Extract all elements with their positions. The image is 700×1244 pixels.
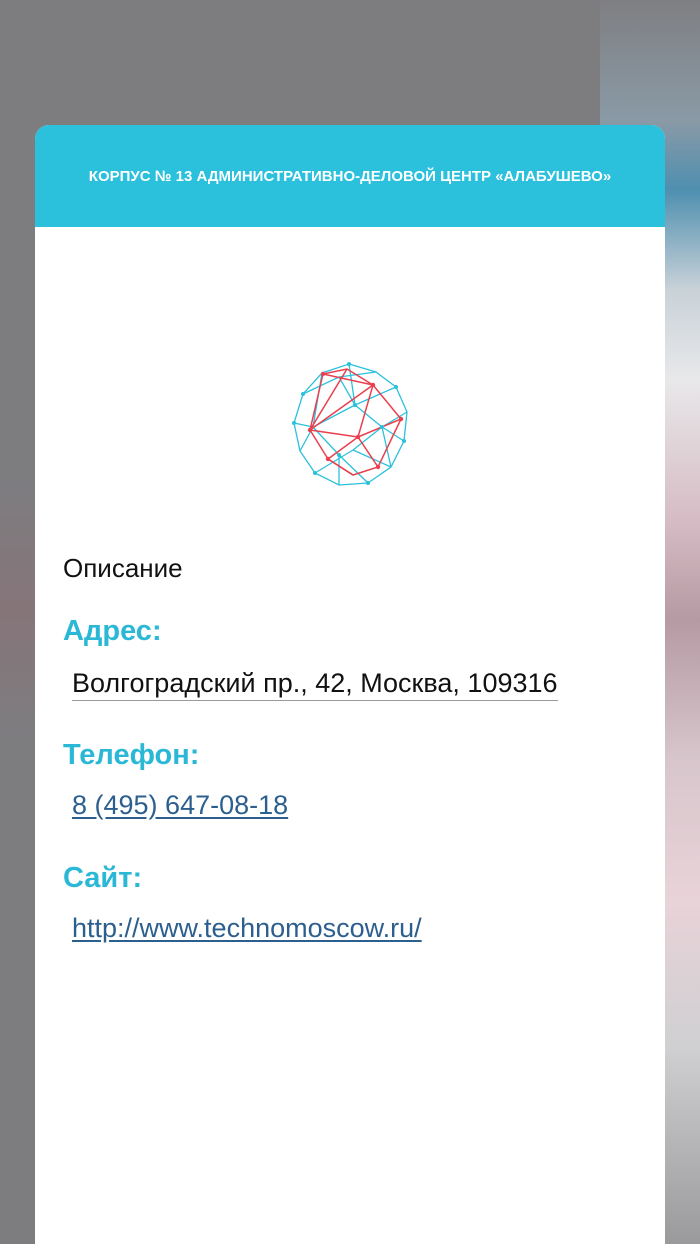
phone-label: Телефон: [63, 739, 200, 771]
address-value[interactable]: Волгоградский пр., 42, Москва, 109316 [72, 668, 558, 701]
info-card: КОРПУС № 13 АДМИНИСТРАТИВНО-ДЕЛОВОЙ ЦЕНТ… [35, 125, 665, 1244]
card-header: КОРПУС № 13 АДМИНИСТРАТИВНО-ДЕЛОВОЙ ЦЕНТ… [35, 125, 665, 227]
background-blur-left [0, 480, 40, 740]
description-heading: Описание [63, 553, 183, 583]
website-link[interactable]: http://www.technomoscow.ru/ [72, 913, 422, 943]
geodesic-sphere-logo-icon [283, 357, 419, 493]
site-label: Сайт: [63, 862, 143, 894]
card-title: КОРПУС № 13 АДМИНИСТРАТИВНО-ДЕЛОВОЙ ЦЕНТ… [88, 167, 612, 185]
phone-link[interactable]: 8 (495) 647-08-18 [72, 790, 288, 820]
address-label: Адрес: [63, 615, 162, 647]
